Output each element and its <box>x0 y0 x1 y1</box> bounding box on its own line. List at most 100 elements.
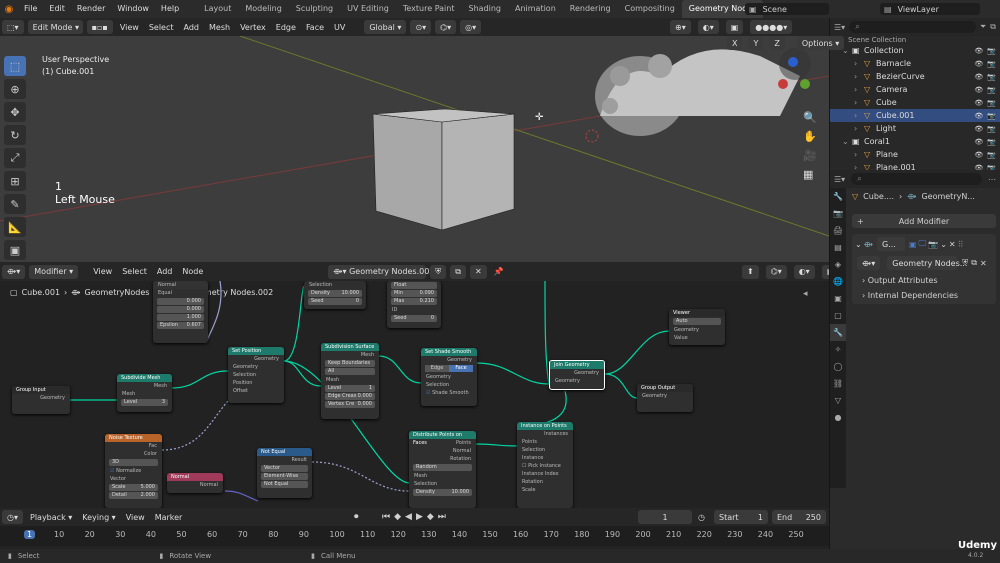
node-set-position[interactable]: Set Position Geometry Geometry Selection… <box>228 347 284 403</box>
mode-dropdown[interactable]: Edit Mode ▾ <box>27 20 83 34</box>
outliner-item[interactable]: ⌄ ▣ Collection 👁 📷 <box>830 44 1000 57</box>
select-tool-icon[interactable]: ⬚ <box>4 56 26 76</box>
node-tree-type-icon[interactable]: ⟴▾ <box>857 256 881 270</box>
outliner-item[interactable]: › ▽ Cube 👁 📷 <box>830 96 1000 109</box>
render-camera-icon[interactable]: 📷 <box>987 151 996 159</box>
node-menu-node[interactable]: Node <box>177 267 208 276</box>
outliner-item[interactable]: › ▽ Camera 👁 📷 <box>830 83 1000 96</box>
expand-arrow-icon[interactable]: › <box>854 124 864 133</box>
menu-render[interactable]: Render <box>71 0 111 18</box>
mirror-z[interactable]: Z <box>769 36 785 50</box>
play-icon[interactable]: ▶ <box>416 512 423 522</box>
expand-arrow-icon[interactable]: › <box>854 59 864 68</box>
constraints-tab-icon[interactable]: ⛓ <box>830 375 846 392</box>
blender-logo-icon[interactable]: ◉ <box>0 4 18 15</box>
geometry-node-type-dropdown[interactable]: Modifier ▾ <box>29 264 79 279</box>
view-layer-tab-icon[interactable]: ▤ <box>830 239 846 256</box>
transform-tool-icon[interactable]: ⊞ <box>4 171 26 191</box>
record-icon[interactable]: ⏺ <box>354 512 359 522</box>
editor-type-button[interactable]: ⬚▾ <box>2 20 24 34</box>
properties-search-input[interactable]: ⌕ <box>851 173 982 185</box>
pick-instance-checkbox[interactable]: ☐ Pick Instance <box>517 462 573 470</box>
timeline-type-icon[interactable]: ◷▾ <box>2 510 23 524</box>
collapse-icon[interactable]: ⌄ <box>855 240 862 249</box>
tab-sculpting[interactable]: Sculpting <box>289 0 340 18</box>
world-tab-icon[interactable]: 🌐 <box>830 273 846 290</box>
visibility-eye-icon[interactable]: 👁 <box>974 99 983 107</box>
unlink-icon[interactable]: ✕ <box>980 259 987 268</box>
sidebar-toggle-icon[interactable]: ◂ <box>803 289 808 299</box>
node-group-output[interactable]: Group Output Geometry <box>637 384 693 412</box>
modifier-name-field[interactable]: G... <box>876 237 905 251</box>
select-mode-icons[interactable]: ▪▫▪ <box>86 20 113 34</box>
data-tab-icon[interactable]: ▽ <box>830 392 846 409</box>
render-camera-icon[interactable]: 📷 <box>987 73 996 81</box>
visibility-eye-icon[interactable]: 👁 <box>974 112 983 120</box>
uv-smooth-dropdown[interactable]: All <box>325 368 375 375</box>
prev-keyframe-icon[interactable]: ◆ <box>394 512 401 522</box>
object-tab-icon[interactable]: ▢ <box>830 307 846 324</box>
menu-vertex[interactable]: Vertex <box>235 23 271 32</box>
menu-edit[interactable]: Edit <box>43 0 71 18</box>
expand-arrow-icon[interactable]: › <box>854 85 864 94</box>
xray-toggle[interactable]: ▣ <box>725 20 744 34</box>
material-tab-icon[interactable]: ● <box>830 409 846 426</box>
data-type-dropdown[interactable]: Vector <box>261 465 308 472</box>
shade-smooth-checkbox[interactable]: ☑ Shade Smooth <box>421 389 477 397</box>
next-keyframe-icon[interactable]: ◆ <box>427 512 434 522</box>
node-group-input[interactable]: Group Input Geometry <box>12 386 70 414</box>
internal-dependencies-section[interactable]: › Internal Dependencies <box>852 289 996 302</box>
new-collection-icon[interactable]: ⧉ <box>990 22 996 32</box>
dimension-dropdown[interactable]: 3D <box>109 459 158 466</box>
boundary-dropdown[interactable]: Keep Boundaries <box>325 360 375 367</box>
render-camera-icon[interactable]: 📷 <box>987 86 996 94</box>
jump-start-icon[interactable]: ⏮ <box>382 512 390 522</box>
display-viewport-icon[interactable]: 🖵 <box>919 239 927 249</box>
render-camera-icon[interactable]: 📷 <box>987 138 996 146</box>
vector-x[interactable]: 0.000 <box>157 298 204 305</box>
node-editor-type-button[interactable]: ⟴▾ <box>2 264 26 279</box>
expand-arrow-icon[interactable]: › <box>854 98 864 107</box>
node-distribute-top[interactable]: Selection Density 10.000 Seed 0 <box>304 281 366 309</box>
tool-tab-icon[interactable]: 🔧 <box>830 188 846 205</box>
node-instance-on-points[interactable]: Instance on Points Instances Points Sele… <box>517 422 573 508</box>
output-tab-icon[interactable]: 🖨 <box>830 222 846 239</box>
end-frame-field[interactable]: End 250 <box>772 510 826 524</box>
drag-handle-icon[interactable]: ⠿ <box>958 240 964 249</box>
node-overlay-icon[interactable]: ◐▾ <box>793 264 815 279</box>
operation-dropdown[interactable]: Not Equal <box>261 481 308 488</box>
camera-view-icon[interactable]: 🎥 <box>803 149 817 162</box>
render-camera-icon[interactable]: 📷 <box>987 112 996 120</box>
clock-icon[interactable]: ◷ <box>698 513 705 522</box>
measure-tool-icon[interactable]: 📐 <box>4 217 26 237</box>
fake-user-icon[interactable]: ⛨ <box>962 258 968 268</box>
annotate-tool-icon[interactable]: ✎ <box>4 194 26 214</box>
mirror-x[interactable]: X <box>727 36 743 50</box>
scale-tool-icon[interactable]: ⤢ <box>4 148 26 168</box>
filter-icon[interactable]: ⏷ <box>980 22 986 32</box>
render-camera-icon[interactable]: 📷 <box>987 47 996 55</box>
physics-tab-icon[interactable]: ◯ <box>830 358 846 375</box>
type-dropdown[interactable]: Float <box>391 282 437 289</box>
visibility-eye-icon[interactable]: 👁 <box>974 151 983 159</box>
node-compare-vector[interactable]: Normal Equal 0.000 0.000 1.000 Epsilon 0.… <box>153 281 208 343</box>
pin-icon[interactable]: 📌 <box>489 267 509 276</box>
menu-select[interactable]: Select <box>144 23 179 32</box>
menu-help[interactable]: Help <box>155 0 185 18</box>
outliner-item[interactable]: › ▽ Cube.001 👁 📷 <box>830 109 1000 122</box>
tab-animation[interactable]: Animation <box>508 0 563 18</box>
visibility-eye-icon[interactable]: 👁 <box>974 125 983 133</box>
3d-viewport[interactable]: ✛ ⬚ ⊕ ✥ ↻ ⤢ ⊞ ✎ 📐 ▣ User Perspective (1)… <box>0 36 829 262</box>
timeline-ruler[interactable]: 1 10 20 30 40 50 60 70 80 90 100 110 120 130 140 150 160… <box>0 526 829 546</box>
options-dropdown[interactable]: Options ▾ <box>796 36 845 50</box>
node-normal[interactable]: Normal Normal <box>167 473 223 493</box>
shading-modes[interactable]: ●●●●▾ <box>750 20 793 34</box>
tab-modeling[interactable]: Modeling <box>238 0 288 18</box>
tab-rendering[interactable]: Rendering <box>563 0 618 18</box>
tab-face[interactable]: Face <box>449 365 473 372</box>
node-menu-select[interactable]: Select <box>117 267 152 276</box>
distribute-method-dropdown[interactable]: Random <box>413 464 472 471</box>
tab-compositing[interactable]: Compositing <box>618 0 682 18</box>
level-field[interactable]: Level 3 <box>121 399 168 406</box>
jump-end-icon[interactable]: ⏭ <box>438 512 446 522</box>
